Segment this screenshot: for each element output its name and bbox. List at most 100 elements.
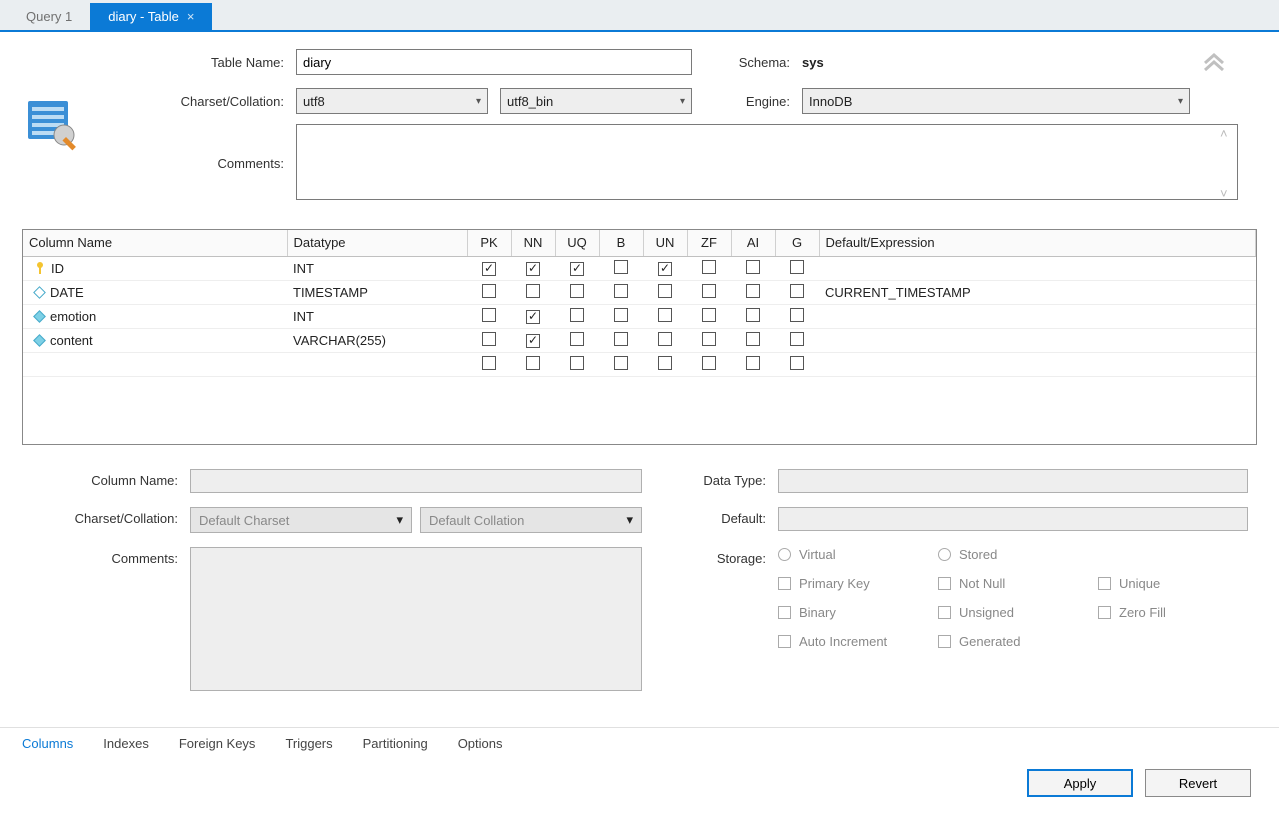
b-checkbox[interactable] [614, 260, 628, 274]
zf-checkbox[interactable] [702, 308, 716, 322]
btab-triggers[interactable]: Triggers [281, 734, 336, 753]
apply-button[interactable]: Apply [1027, 769, 1133, 797]
col-header-ai[interactable]: AI [731, 230, 775, 256]
col-header-b[interactable]: B [599, 230, 643, 256]
table-row[interactable]: DATETIMESTAMPCURRENT_TIMESTAMP [23, 280, 1256, 304]
col-header-datatype[interactable]: Datatype [287, 230, 467, 256]
ai-checkbox[interactable] [746, 260, 760, 274]
uq-checkbox[interactable] [570, 356, 584, 370]
detail-column-name-input[interactable] [190, 469, 642, 493]
col-header-g[interactable]: G [775, 230, 819, 256]
storage-unsigned[interactable]: Unsigned [938, 605, 1088, 620]
checkbox-icon [938, 635, 951, 648]
nn-checkbox[interactable] [526, 310, 540, 324]
detail-charset-select[interactable]: Default Charset▾ [190, 507, 412, 533]
col-header-default[interactable]: Default/Expression [819, 230, 1256, 256]
uq-checkbox[interactable] [570, 284, 584, 298]
table-row[interactable]: contentVARCHAR(255) [23, 328, 1256, 352]
zf-checkbox[interactable] [702, 284, 716, 298]
storage-virtual[interactable]: Virtual [778, 547, 928, 562]
uq-checkbox[interactable] [570, 262, 584, 276]
nn-checkbox[interactable] [526, 262, 540, 276]
btab-indexes[interactable]: Indexes [99, 734, 153, 753]
storage-not-null[interactable]: Not Null [938, 576, 1088, 591]
un-checkbox[interactable] [658, 308, 672, 322]
detail-default-input[interactable] [778, 507, 1248, 531]
detail-data-type-input[interactable] [778, 469, 1248, 493]
btab-partitioning[interactable]: Partitioning [359, 734, 432, 753]
pk-checkbox[interactable] [482, 332, 496, 346]
revert-button[interactable]: Revert [1145, 769, 1251, 797]
zf-checkbox[interactable] [702, 356, 716, 370]
ai-checkbox[interactable] [746, 308, 760, 322]
un-checkbox[interactable] [658, 284, 672, 298]
label-table-name: Table Name: [126, 55, 296, 70]
pk-checkbox[interactable] [482, 262, 496, 276]
storage-generated[interactable]: Generated [938, 634, 1088, 649]
nn-checkbox[interactable] [526, 284, 540, 298]
col-header-zf[interactable]: ZF [687, 230, 731, 256]
col-header-nn[interactable]: NN [511, 230, 555, 256]
nn-checkbox[interactable] [526, 334, 540, 348]
scroll-down-icon[interactable]: ˅ [1220, 186, 1236, 201]
g-checkbox[interactable] [790, 308, 804, 322]
g-checkbox[interactable] [790, 356, 804, 370]
engine-select[interactable]: InnoDB▾ [802, 88, 1190, 114]
storage-auto-increment[interactable]: Auto Increment [778, 634, 928, 649]
ai-checkbox[interactable] [746, 332, 760, 346]
uq-checkbox[interactable] [570, 332, 584, 346]
storage-primary-key[interactable]: Primary Key [778, 576, 928, 591]
column-default-cell [819, 304, 1256, 328]
btab-options[interactable]: Options [454, 734, 507, 753]
table-comments-input[interactable] [296, 124, 1238, 200]
column-datatype-cell [287, 352, 467, 376]
col-header-un[interactable]: UN [643, 230, 687, 256]
uq-checkbox[interactable] [570, 308, 584, 322]
tab-diary-table[interactable]: diary - Table × [90, 3, 212, 30]
scrollbar[interactable]: ˄˅ [1220, 126, 1236, 201]
detail-collation-select[interactable]: Default Collation▾ [420, 507, 642, 533]
columns-grid[interactable]: Column Name Datatype PK NN UQ B UN ZF AI… [22, 229, 1257, 445]
tab-query-1[interactable]: Query 1 [8, 3, 90, 30]
btab-foreign-keys[interactable]: Foreign Keys [175, 734, 260, 753]
col-header-pk[interactable]: PK [467, 230, 511, 256]
storage-binary[interactable]: Binary [778, 605, 928, 620]
pk-checkbox[interactable] [482, 308, 496, 322]
b-checkbox[interactable] [614, 308, 628, 322]
ai-checkbox[interactable] [746, 284, 760, 298]
zf-checkbox[interactable] [702, 260, 716, 274]
un-checkbox[interactable] [658, 332, 672, 346]
table-row[interactable]: emotionINT [23, 304, 1256, 328]
storage-unique[interactable]: Unique [1098, 576, 1248, 591]
collation-select[interactable]: utf8_bin▾ [500, 88, 692, 114]
collapse-panel-icon[interactable] [1190, 46, 1238, 78]
col-header-name[interactable]: Column Name [23, 230, 287, 256]
g-checkbox[interactable] [790, 332, 804, 346]
table-row[interactable]: IDINT [23, 256, 1256, 280]
table-row[interactable] [23, 352, 1256, 376]
b-checkbox[interactable] [614, 332, 628, 346]
un-checkbox[interactable] [658, 262, 672, 276]
charset-select[interactable]: utf8▾ [296, 88, 488, 114]
un-checkbox[interactable] [658, 356, 672, 370]
pk-checkbox[interactable] [482, 356, 496, 370]
col-header-uq[interactable]: UQ [555, 230, 599, 256]
column-default-cell: CURRENT_TIMESTAMP [819, 280, 1256, 304]
column-name-cell: DATE [50, 285, 84, 300]
storage-stored[interactable]: Stored [938, 547, 1088, 562]
close-icon[interactable]: × [187, 10, 195, 23]
ai-checkbox[interactable] [746, 356, 760, 370]
scroll-up-icon[interactable]: ˄ [1220, 126, 1236, 141]
g-checkbox[interactable] [790, 260, 804, 274]
btab-columns[interactable]: Columns [18, 734, 77, 753]
b-checkbox[interactable] [614, 356, 628, 370]
nn-checkbox[interactable] [526, 356, 540, 370]
column-name-cell: emotion [50, 309, 96, 324]
zf-checkbox[interactable] [702, 332, 716, 346]
b-checkbox[interactable] [614, 284, 628, 298]
detail-comments-input[interactable] [190, 547, 642, 691]
pk-checkbox[interactable] [482, 284, 496, 298]
table-name-input[interactable] [296, 49, 692, 75]
storage-zero-fill[interactable]: Zero Fill [1098, 605, 1248, 620]
g-checkbox[interactable] [790, 284, 804, 298]
